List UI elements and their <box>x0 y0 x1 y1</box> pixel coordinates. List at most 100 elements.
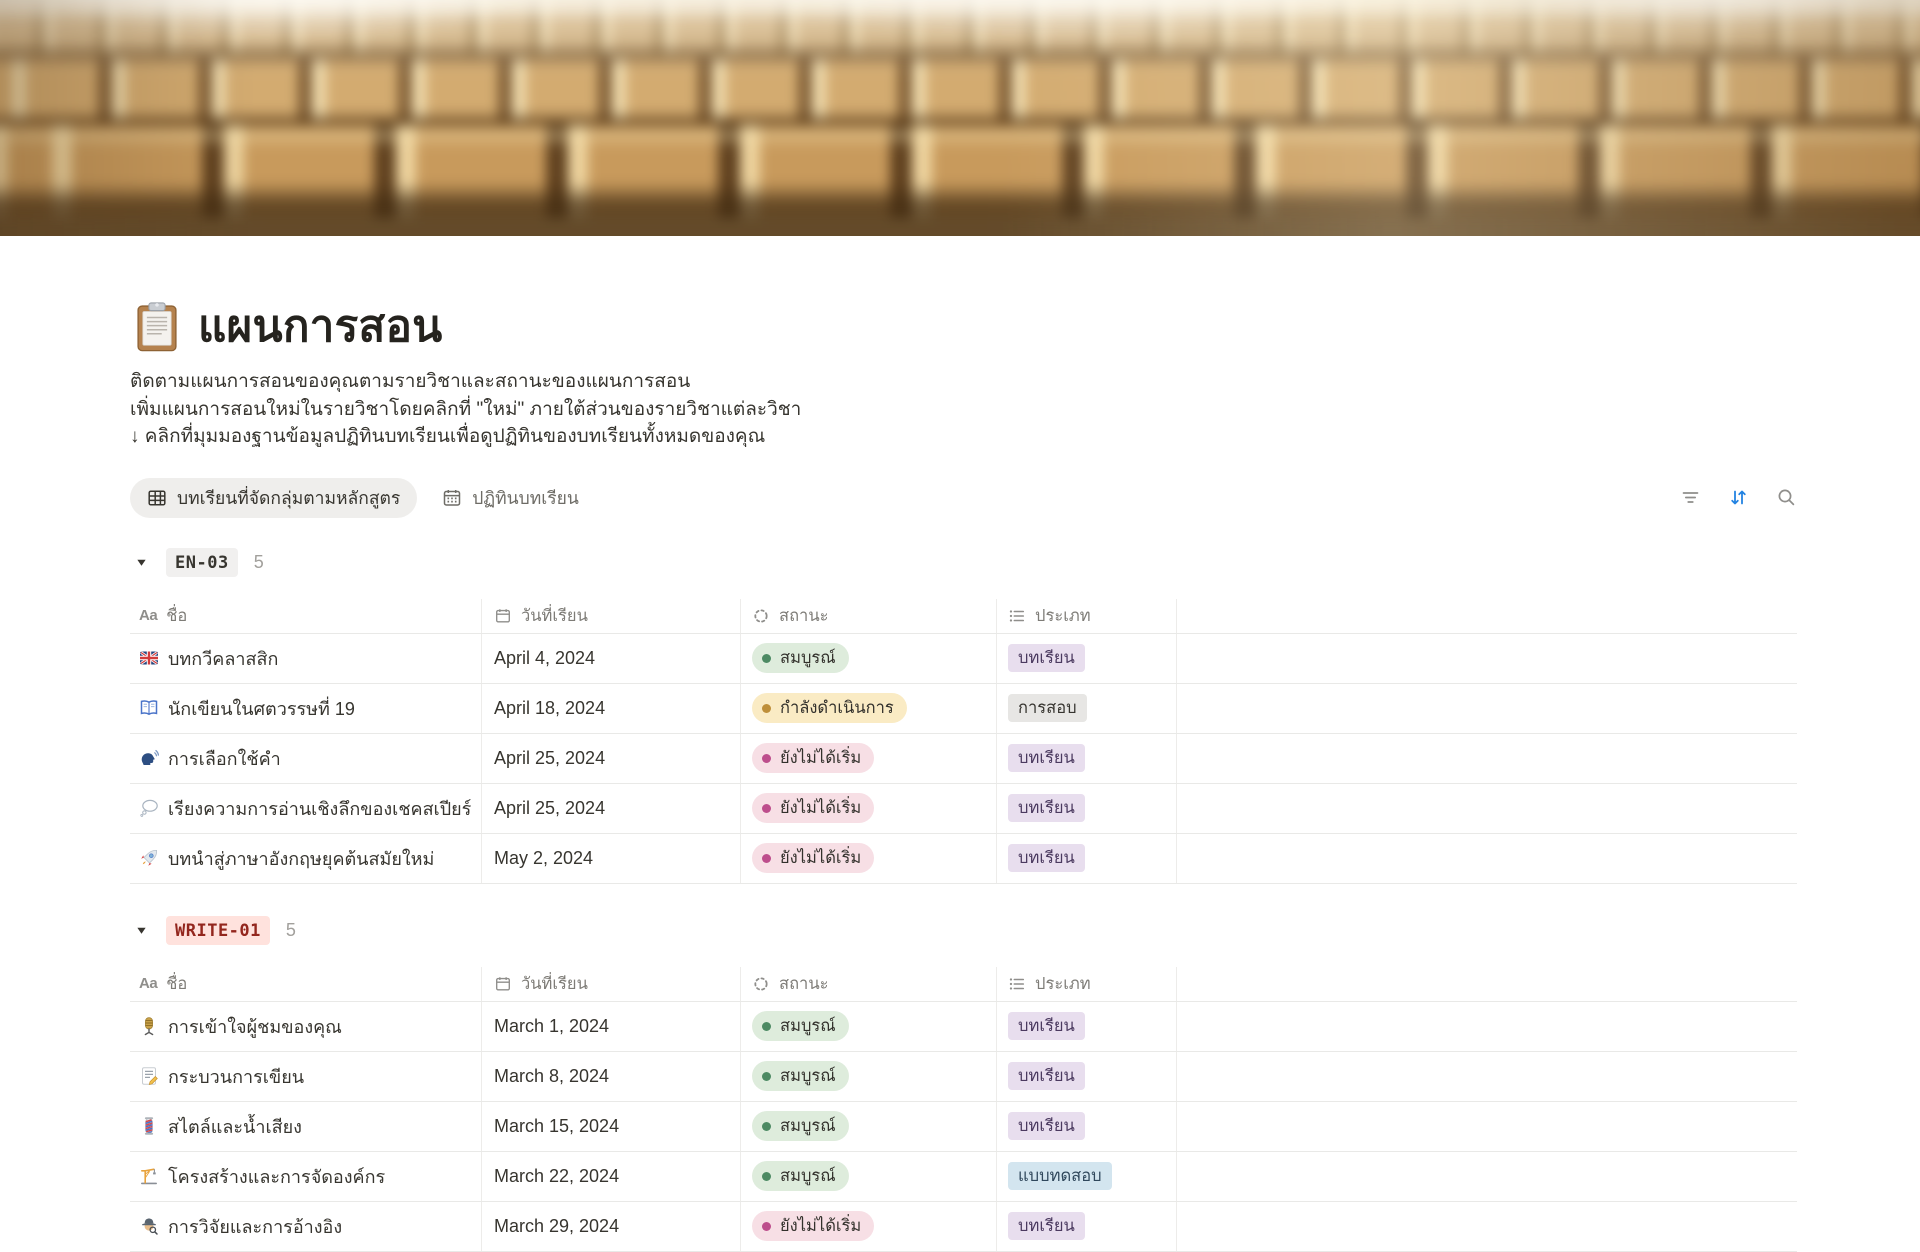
column-header-status[interactable]: สถานะ <box>741 967 997 1001</box>
status-dot-icon <box>762 704 771 713</box>
collapse-triangle-icon[interactable] <box>130 920 152 942</box>
status-badge[interactable]: กำลังดำเนินการ <box>752 693 907 723</box>
table-row[interactable]: บทนำสู่ภาษาอังกฤษยุคต้นสมัยใหม่May 2, 20… <box>130 834 1797 884</box>
name-cell[interactable]: สไตล์และน้ำเสียง <box>130 1102 482 1151</box>
date-cell[interactable]: April 25, 2024 <box>482 784 741 833</box>
tab-lessons-grouped-by-course[interactable]: บทเรียนที่จัดกลุ่มตามหลักสูตร <box>130 478 417 518</box>
group-badge[interactable]: WRITE-01 <box>166 916 270 945</box>
name-cell[interactable]: เรียงความการอ่านเชิงลึกของเชคสเปียร์ <box>130 784 482 833</box>
status-badge[interactable]: สมบูรณ์ <box>752 1061 849 1091</box>
name-cell[interactable]: บทกวีคลาสสิก <box>130 634 482 683</box>
status-badge[interactable]: ยังไม่ได้เริ่ม <box>752 743 874 773</box>
type-badge[interactable]: บทเรียน <box>1008 644 1085 672</box>
status-badge[interactable]: สมบูรณ์ <box>752 1011 849 1041</box>
column-header-name[interactable]: Aaชื่อ <box>130 967 482 1001</box>
cover-image[interactable] <box>0 0 1920 236</box>
date-cell[interactable]: April 25, 2024 <box>482 734 741 783</box>
table-row[interactable]: เรียงความการอ่านเชิงลึกของเชคสเปียร์Apri… <box>130 784 1797 834</box>
type-badge[interactable]: บทเรียน <box>1008 744 1085 772</box>
table-row[interactable]: นักเขียนในศตวรรษที่ 19April 18, 2024 กำลั… <box>130 684 1797 734</box>
table-row[interactable]: การวิจัยและการอ้างอิงMarch 29, 2024 ยังไม… <box>130 1202 1797 1252</box>
lesson-title: โครงสร้างและการจัดองค์กร <box>168 1162 385 1191</box>
detective-icon <box>139 1216 159 1236</box>
status-cell[interactable]: สมบูรณ์ <box>741 634 997 683</box>
status-cell[interactable]: สมบูรณ์ <box>741 1002 997 1051</box>
status-cell[interactable]: กำลังดำเนินการ <box>741 684 997 733</box>
status-cell[interactable]: ยังไม่ได้เริ่ม <box>741 784 997 833</box>
empty-cell <box>1177 784 1797 833</box>
date-cell[interactable]: March 29, 2024 <box>482 1202 741 1251</box>
column-header-type[interactable]: ประเภท <box>997 967 1177 1001</box>
name-cell[interactable]: โครงสร้างและการจัดองค์กร <box>130 1152 482 1201</box>
date-cell[interactable]: March 1, 2024 <box>482 1002 741 1051</box>
filter-icon[interactable] <box>1680 487 1701 508</box>
date-cell[interactable]: May 2, 2024 <box>482 834 741 883</box>
name-cell[interactable]: การเลือกใช้คำ <box>130 734 482 783</box>
table-row[interactable]: สไตล์และน้ำเสียงMarch 15, 2024 สมบูรณ์ บทเ… <box>130 1102 1797 1152</box>
table-row[interactable]: บทกวีคลาสสิกApril 4, 2024 สมบูรณ์ บทเรียน <box>130 634 1797 684</box>
type-badge[interactable]: แบบทดสอบ <box>1008 1162 1112 1190</box>
table-row[interactable]: การเข้าใจผู้ชมของคุณMarch 1, 2024 สมบูรณ์… <box>130 1002 1797 1052</box>
clipboard-icon[interactable] <box>130 300 184 354</box>
date-cell[interactable]: April 4, 2024 <box>482 634 741 683</box>
name-cell[interactable]: กระบวนการเขียน <box>130 1052 482 1101</box>
status-badge[interactable]: สมบูรณ์ <box>752 1111 849 1141</box>
type-badge[interactable]: บทเรียน <box>1008 1112 1085 1140</box>
type-badge[interactable]: การสอบ <box>1008 694 1087 722</box>
type-cell[interactable]: แบบทดสอบ <box>997 1152 1177 1201</box>
table-row[interactable]: โครงสร้างและการจัดองค์กร March 22, 2024 สม… <box>130 1152 1797 1202</box>
status-cell[interactable]: ยังไม่ได้เริ่ม <box>741 734 997 783</box>
empty-cell <box>1177 1052 1797 1101</box>
status-badge[interactable]: ยังไม่ได้เริ่ม <box>752 843 874 873</box>
search-icon[interactable] <box>1776 487 1797 508</box>
sort-icon[interactable] <box>1728 487 1749 508</box>
page-description: ติดตามแผนการสอนของคุณตามรายวิชาและสถานะข… <box>130 368 1797 451</box>
name-cell[interactable]: การเข้าใจผู้ชมของคุณ <box>130 1002 482 1051</box>
status-badge[interactable]: ยังไม่ได้เริ่ม <box>752 1211 874 1241</box>
group-header: EN-035 <box>130 547 1797 579</box>
date-cell[interactable]: March 8, 2024 <box>482 1052 741 1101</box>
table-row[interactable]: การเลือกใช้คำApril 25, 2024 ยังไม่ได้เริ่… <box>130 734 1797 784</box>
type-cell[interactable]: บทเรียน <box>997 834 1177 883</box>
tab-label: บทเรียนที่จัดกลุ่มตามหลักสูตร <box>177 484 400 512</box>
column-header-type[interactable]: ประเภท <box>997 599 1177 633</box>
type-badge[interactable]: บทเรียน <box>1008 1212 1085 1240</box>
date-cell[interactable]: March 22, 2024 <box>482 1152 741 1201</box>
name-cell[interactable]: บทนำสู่ภาษาอังกฤษยุคต้นสมัยใหม่ <box>130 834 482 883</box>
tab-label: ปฏิทินบทเรียน <box>472 484 579 512</box>
type-cell[interactable]: บทเรียน <box>997 1202 1177 1251</box>
name-cell[interactable]: นักเขียนในศตวรรษที่ 19 <box>130 684 482 733</box>
table-row[interactable]: กระบวนการเขียนMarch 8, 2024 สมบูรณ์ บทเรีย… <box>130 1052 1797 1102</box>
status-badge[interactable]: สมบูรณ์ <box>752 1161 849 1191</box>
status-cell[interactable]: สมบูรณ์ <box>741 1102 997 1151</box>
column-header-status[interactable]: สถานะ <box>741 599 997 633</box>
status-cell[interactable]: สมบูรณ์ <box>741 1152 997 1201</box>
type-cell[interactable]: บทเรียน <box>997 1002 1177 1051</box>
group-badge[interactable]: EN-03 <box>166 548 238 577</box>
collapse-triangle-icon[interactable] <box>130 552 152 574</box>
date-cell[interactable]: April 18, 2024 <box>482 684 741 733</box>
type-cell[interactable]: บทเรียน <box>997 1102 1177 1151</box>
group-count: 5 <box>286 920 296 941</box>
status-badge[interactable]: ยังไม่ได้เริ่ม <box>752 793 874 823</box>
status-label: กำลังดำเนินการ <box>780 695 894 721</box>
name-cell[interactable]: การวิจัยและการอ้างอิง <box>130 1202 482 1251</box>
type-badge[interactable]: บทเรียน <box>1008 1012 1085 1040</box>
type-badge[interactable]: บทเรียน <box>1008 1062 1085 1090</box>
type-cell[interactable]: การสอบ <box>997 684 1177 733</box>
type-cell[interactable]: บทเรียน <box>997 734 1177 783</box>
type-cell[interactable]: บทเรียน <box>997 1052 1177 1101</box>
status-cell[interactable]: ยังไม่ได้เริ่ม <box>741 1202 997 1251</box>
type-cell[interactable]: บทเรียน <box>997 634 1177 683</box>
status-cell[interactable]: ยังไม่ได้เริ่ม <box>741 834 997 883</box>
type-badge[interactable]: บทเรียน <box>1008 794 1085 822</box>
column-header-date[interactable]: วันที่เรียน <box>482 967 741 1001</box>
tab-lesson-calendar[interactable]: ปฏิทินบทเรียน <box>425 478 596 518</box>
column-header-name[interactable]: Aaชื่อ <box>130 599 482 633</box>
type-badge[interactable]: บทเรียน <box>1008 844 1085 872</box>
status-badge[interactable]: สมบูรณ์ <box>752 643 849 673</box>
type-cell[interactable]: บทเรียน <box>997 784 1177 833</box>
status-cell[interactable]: สมบูรณ์ <box>741 1052 997 1101</box>
date-cell[interactable]: March 15, 2024 <box>482 1102 741 1151</box>
column-header-date[interactable]: วันที่เรียน <box>482 599 741 633</box>
